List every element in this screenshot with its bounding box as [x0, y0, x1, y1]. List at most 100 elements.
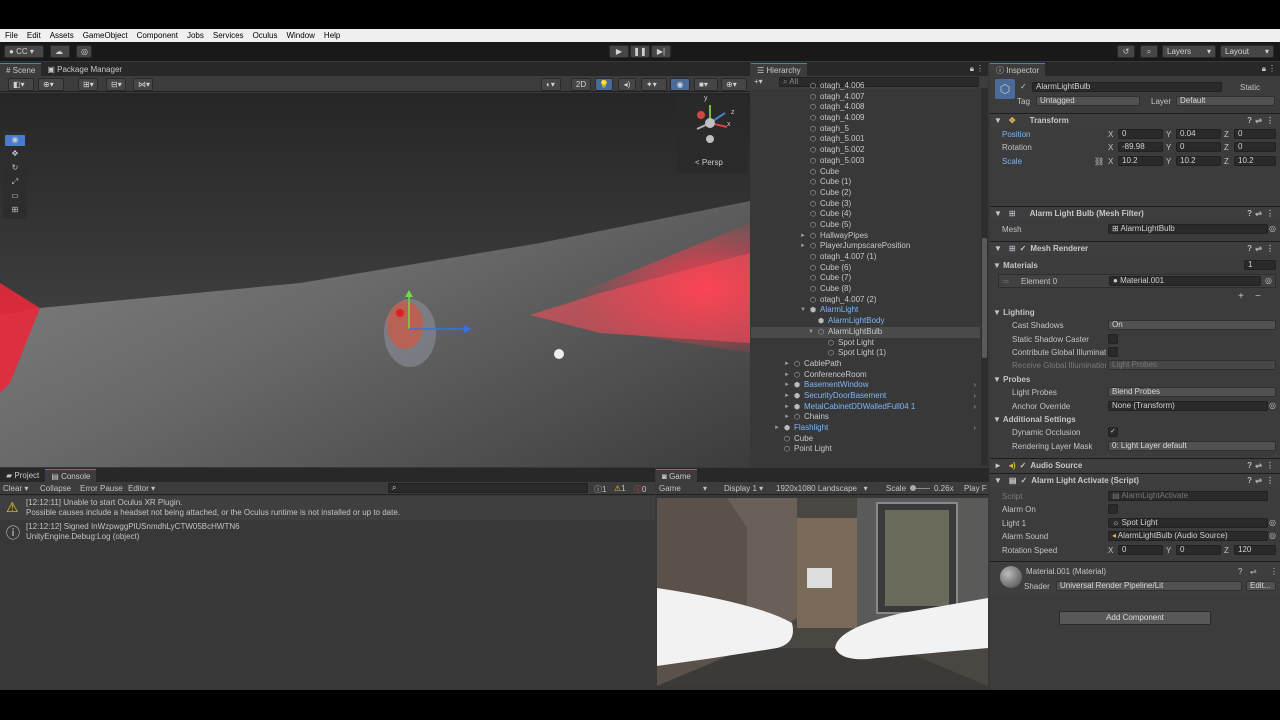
mode-2d-button[interactable]: 2D: [571, 78, 591, 91]
edit-shader-button[interactable]: Edit...: [1246, 581, 1276, 591]
scale-tool-icon[interactable]: ⤢: [5, 177, 25, 188]
help-icon[interactable]: ?: [1247, 209, 1252, 218]
foldout-collapsed-icon[interactable]: ►: [784, 370, 790, 381]
audio-toggle[interactable]: ◂): [618, 78, 636, 91]
enabled-checkbox[interactable]: ✓: [1020, 476, 1027, 485]
hierarchy-item[interactable]: ▼ ⬢ AlarmLight: [751, 305, 980, 316]
rect-tool-icon[interactable]: ▭: [5, 191, 25, 202]
menu-dots-icon[interactable]: ⋮: [1266, 461, 1274, 470]
hierarchy-item[interactable]: ⬡ otagh_4.007 (1): [751, 252, 980, 263]
materials-count-field[interactable]: 1: [1244, 260, 1276, 270]
hierarchy-item[interactable]: ⬡ Cube: [751, 167, 980, 178]
help-icon[interactable]: ?: [1247, 116, 1252, 125]
transform-header[interactable]: ▼ ✥ Transform ? ⇌ ⋮: [990, 113, 1280, 127]
hierarchy-item[interactable]: ⬡ Cube (5): [751, 220, 980, 231]
menu-component[interactable]: Component: [137, 31, 178, 40]
hierarchy-item[interactable]: ⬡ Cube (6): [751, 263, 980, 274]
dynamic-occlusion-checkbox[interactable]: ✓: [1108, 427, 1118, 437]
console-entry[interactable]: ⚠ [12:12:11] Unable to start Oculus XR P…: [0, 496, 655, 520]
alarm-on-checkbox[interactable]: [1108, 504, 1118, 514]
foldout-expanded-icon[interactable]: ▼: [808, 327, 814, 338]
console-entry[interactable]: ⓘ [12:12:12] Signed InWzpwggPlUSnmdhLyCT…: [0, 520, 655, 544]
foldout-collapsed-icon[interactable]: ►: [784, 391, 790, 402]
hierarchy-item[interactable]: ► ⬡ ConferenceRoom: [751, 370, 980, 381]
scale-x-field[interactable]: 10.2: [1118, 156, 1163, 166]
console-search-input[interactable]: ⌕: [388, 483, 588, 493]
open-prefab-icon[interactable]: ›: [973, 423, 976, 434]
collab-button[interactable]: ◎: [76, 45, 92, 58]
preset-icon[interactable]: ⇌: [1255, 244, 1262, 253]
hierarchy-item[interactable]: ⬢ AlarmLightBody: [751, 316, 980, 327]
hierarchy-item[interactable]: ⬡ Cube (7): [751, 273, 980, 284]
cloud-button[interactable]: ☁: [50, 45, 70, 58]
align-button[interactable]: ⋈▾: [133, 78, 153, 91]
scene-view[interactable]: ◉ ✥ ↻ ⤢ ▭ ⊞ y x z < Persp: [0, 93, 750, 467]
rotate-tool-icon[interactable]: ↻: [5, 163, 25, 174]
hierarchy-item[interactable]: ► ⬡ Chains: [751, 412, 980, 423]
hierarchy-item[interactable]: ► ⬢ BasementWindow ›: [751, 380, 980, 391]
menu-file[interactable]: File: [5, 31, 18, 40]
preset-icon[interactable]: ⇌: [1255, 116, 1262, 125]
help-icon[interactable]: ?: [1247, 476, 1252, 485]
preset-icon[interactable]: ⇌: [1255, 476, 1262, 485]
drag-handle-icon[interactable]: ═: [1003, 277, 1009, 286]
enabled-checkbox[interactable]: ✓: [1020, 244, 1027, 253]
light1-field[interactable]: ☼ Spot Light: [1108, 518, 1268, 528]
object-picker-icon[interactable]: ◎: [1269, 531, 1276, 540]
foldout-expanded-icon[interactable]: ▼: [800, 305, 806, 316]
static-label[interactable]: Static: [1240, 83, 1260, 92]
enabled-checkbox[interactable]: ✓: [1020, 461, 1027, 470]
lock-icon[interactable]: 🔒︎: [970, 64, 974, 74]
camera-button[interactable]: ■▾: [694, 78, 718, 91]
render-mode-button[interactable]: ⊕▾: [38, 78, 64, 91]
hierarchy-scrollbar[interactable]: [981, 88, 988, 466]
pause-button[interactable]: ❚❚: [630, 45, 650, 58]
object-picker-icon[interactable]: ◎: [1269, 518, 1276, 527]
error-count-toggle[interactable]: ⓘ0: [634, 484, 646, 495]
visibility-toggle[interactable]: ◉: [670, 78, 690, 91]
grid-snap-button[interactable]: ⊞▾: [78, 78, 98, 91]
hierarchy-item[interactable]: ⬡ otagh_5: [751, 124, 980, 135]
script-header[interactable]: ▼ ▤ ✓ Alarm Light Activate (Script) ? ⇌ ⋮: [990, 473, 1280, 487]
hierarchy-item[interactable]: ⬡ otagh_4.009: [751, 113, 980, 124]
link-icon[interactable]: ⛓: [1094, 157, 1104, 166]
light-probes-dropdown[interactable]: Blend Probes: [1108, 387, 1276, 397]
materials-foldout[interactable]: ▼ Materials: [993, 261, 1038, 270]
tab-game[interactable]: ◙ Game: [656, 469, 697, 482]
hierarchy-item[interactable]: ⬡ Spot Light (1): [751, 348, 980, 359]
menu-dots-icon[interactable]: ⋮: [1266, 476, 1274, 485]
lock-icon[interactable]: 🔒︎: [1262, 64, 1266, 74]
add-component-button[interactable]: Add Component: [1059, 611, 1211, 625]
scale-z-field[interactable]: 10.2: [1234, 156, 1276, 166]
search-button[interactable]: ⌕: [1140, 45, 1158, 58]
hierarchy-item[interactable]: ⬡ otagh_5.003: [751, 156, 980, 167]
hierarchy-item[interactable]: ⬡ Cube (4): [751, 209, 980, 220]
rotation-x-field[interactable]: -89.98: [1118, 142, 1163, 152]
anchor-override-field[interactable]: None (Transform): [1108, 401, 1268, 411]
game-viewport[interactable]: [657, 498, 988, 686]
tab-inspector[interactable]: ⓘ Inspector: [990, 63, 1046, 76]
cast-shadows-dropdown[interactable]: On: [1108, 320, 1276, 330]
layers-dropdown[interactable]: Layers ▾: [1162, 45, 1216, 58]
object-picker-icon[interactable]: ◎: [1265, 276, 1272, 285]
menu-services[interactable]: Services: [213, 31, 244, 40]
mesh-field[interactable]: ⊞ AlarmLightBulb: [1108, 224, 1268, 234]
object-picker-icon[interactable]: ◎: [1269, 224, 1276, 233]
preset-icon[interactable]: ⇌: [1250, 567, 1257, 576]
hierarchy-item[interactable]: ► ⬡ HallwayPipes: [751, 231, 980, 242]
tab-hierarchy[interactable]: ☰ Hierarchy: [751, 63, 807, 76]
contribute-gi-checkbox[interactable]: [1108, 347, 1118, 357]
history-button[interactable]: ↺: [1117, 45, 1135, 58]
menu-dots-icon[interactable]: ⋮: [1266, 209, 1274, 218]
hierarchy-item[interactable]: ► ⬢ SecurityDoorBasement ›: [751, 391, 980, 402]
menu-window[interactable]: Window: [286, 31, 314, 40]
help-icon[interactable]: ?: [1247, 244, 1252, 253]
hierarchy-item[interactable]: ⬡ Cube (1): [751, 177, 980, 188]
rotation-z-field[interactable]: 0: [1234, 142, 1276, 152]
perspective-label[interactable]: < Persp: [695, 158, 723, 167]
menu-jobs[interactable]: Jobs: [187, 31, 204, 40]
open-prefab-icon[interactable]: ›: [973, 380, 976, 391]
foldout-collapsed-icon[interactable]: ►: [800, 241, 806, 252]
menu-gameobject[interactable]: GameObject: [83, 31, 128, 40]
preset-icon[interactable]: ⇌: [1255, 461, 1262, 470]
